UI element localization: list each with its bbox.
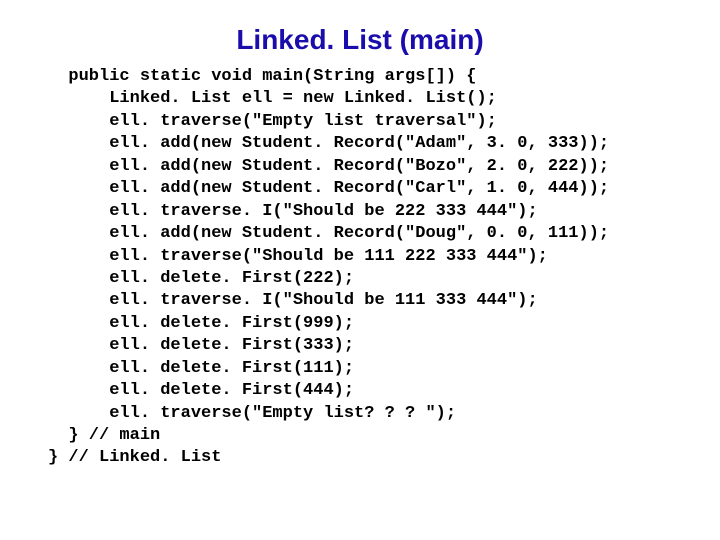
code-line: ell. delete. First(444); xyxy=(48,381,354,400)
code-line: ell. add(new Student. Record("Adam", 3. … xyxy=(48,134,609,153)
code-line: Linked. List ell = new Linked. List(); xyxy=(48,89,497,108)
code-line: } // Linked. List xyxy=(48,448,221,467)
code-line: ell. traverse("Empty list? ? ? "); xyxy=(48,404,456,423)
code-line: ell. delete. First(999); xyxy=(48,314,354,333)
page-title: Linked. List (main) xyxy=(0,0,720,66)
code-block: public static void main(String args[]) {… xyxy=(0,66,720,470)
code-line: ell. add(new Student. Record("Doug", 0. … xyxy=(48,224,609,243)
code-line: ell. traverse. I("Should be 222 333 444"… xyxy=(48,202,538,221)
code-line: ell. traverse("Should be 111 222 333 444… xyxy=(48,247,548,266)
code-line: public static void main(String args[]) { xyxy=(48,67,476,86)
code-line: ell. add(new Student. Record("Bozo", 2. … xyxy=(48,157,609,176)
code-line: ell. traverse. I("Should be 111 333 444"… xyxy=(48,291,538,310)
code-line: ell. traverse("Empty list traversal"); xyxy=(48,112,497,131)
code-line: } // main xyxy=(48,426,160,445)
code-line: ell. delete. First(333); xyxy=(48,336,354,355)
code-line: ell. delete. First(111); xyxy=(48,359,354,378)
code-line: ell. delete. First(222); xyxy=(48,269,354,288)
code-line: ell. add(new Student. Record("Carl", 1. … xyxy=(48,179,609,198)
